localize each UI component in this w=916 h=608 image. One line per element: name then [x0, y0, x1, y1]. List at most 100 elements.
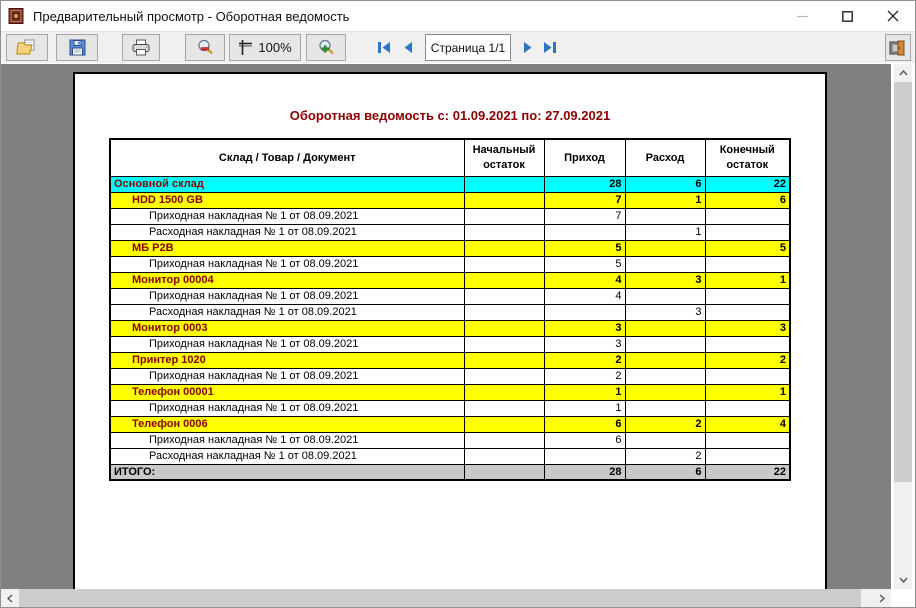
zoom-in-icon — [318, 39, 335, 56]
cell-income: 7 — [544, 208, 625, 224]
cell-final: 3 — [705, 320, 790, 336]
cell-expense — [625, 432, 705, 448]
prev-page-icon — [403, 41, 413, 54]
zoom-level-button[interactable]: 100% — [229, 34, 301, 61]
row-label: Приходная накладная № 1 от 08.09.2021 — [110, 208, 464, 224]
column-header-income: Приход — [544, 139, 625, 176]
cell-income — [544, 448, 625, 464]
table-row-product: Монитор 00004431 — [110, 272, 790, 288]
column-header-item: Склад / Товар / Документ — [110, 139, 464, 176]
cell-final: 1 — [705, 272, 790, 288]
scale-ruler-icon — [238, 39, 253, 56]
cell-income: 28 — [544, 176, 625, 192]
table-row-product: Телефон 0000111 — [110, 384, 790, 400]
row-label: Расходная накладная № 1 от 08.09.2021 — [110, 448, 464, 464]
cell-initial — [464, 384, 544, 400]
cell-initial — [464, 240, 544, 256]
row-label: Приходная накладная № 1 от 08.09.2021 — [110, 256, 464, 272]
cell-initial — [464, 464, 544, 480]
close-button[interactable] — [870, 1, 915, 31]
table-row-product: Телефон 0006624 — [110, 416, 790, 432]
cell-final — [705, 288, 790, 304]
last-page-button[interactable] — [539, 34, 561, 61]
cell-final — [705, 368, 790, 384]
maximize-button[interactable] — [825, 1, 870, 31]
row-label: Расходная накладная № 1 от 08.09.2021 — [110, 224, 464, 240]
cell-expense — [625, 400, 705, 416]
first-page-button[interactable] — [373, 34, 395, 61]
table-row-doc: Приходная накладная № 1 от 08.09.20211 — [110, 400, 790, 416]
cell-income: 2 — [544, 352, 625, 368]
scroll-right-button[interactable] — [873, 589, 891, 607]
cell-initial — [464, 224, 544, 240]
cell-income — [544, 304, 625, 320]
close-icon — [887, 10, 899, 22]
table-row-doc: Приходная накладная № 1 от 08.09.20213 — [110, 336, 790, 352]
table-row-doc: Расходная накладная № 1 от 08.09.2021 1 — [110, 224, 790, 240]
table-header-row: Склад / Товар / Документ Начальный остат… — [110, 139, 790, 176]
zoom-in-button[interactable] — [306, 34, 346, 61]
cell-income: 1 — [544, 384, 625, 400]
zoom-out-button[interactable] — [185, 34, 225, 61]
cell-final — [705, 336, 790, 352]
open-button[interactable] — [6, 34, 48, 61]
prev-page-button[interactable] — [399, 34, 417, 61]
horizontal-scrollbar[interactable] — [1, 589, 891, 607]
cell-income: 3 — [544, 336, 625, 352]
cell-income: 5 — [544, 256, 625, 272]
column-header-final: Конечный остаток — [705, 139, 790, 176]
cell-final: 2 — [705, 352, 790, 368]
maximize-icon — [842, 11, 853, 22]
chevron-left-icon — [7, 594, 13, 603]
cell-expense — [625, 288, 705, 304]
cell-initial — [464, 288, 544, 304]
cell-expense — [625, 256, 705, 272]
table-row-product: Монитор 000333 — [110, 320, 790, 336]
cell-expense: 1 — [625, 224, 705, 240]
preview-area: Оборотная ведомость с: 01.09.2021 по: 27… — [1, 64, 891, 589]
minimize-icon — [797, 11, 808, 22]
column-header-expense: Расход — [625, 139, 705, 176]
cell-final — [705, 224, 790, 240]
column-header-initial: Начальный остаток — [464, 139, 544, 176]
table-row-doc: Расходная накладная № 1 от 08.09.2021 2 — [110, 448, 790, 464]
scroll-up-button[interactable] — [894, 64, 912, 82]
cell-final — [705, 448, 790, 464]
row-label: МБ Р2В — [110, 240, 464, 256]
preview-window: Предварительный просмотр - Оборотная вед… — [0, 0, 916, 608]
page-indicator[interactable]: Страница 1/1 — [425, 34, 511, 61]
report-table: Склад / Товар / Документ Начальный остат… — [109, 138, 791, 481]
exit-preview-button[interactable] — [885, 34, 911, 61]
app-book-icon — [8, 8, 24, 24]
zoom-level-value: 100% — [258, 40, 291, 55]
table-row-total: ИТОГО:28622 — [110, 464, 790, 480]
vertical-scrollbar[interactable] — [894, 64, 912, 589]
cell-final — [705, 304, 790, 320]
minimize-button[interactable] — [780, 1, 825, 31]
next-page-button[interactable] — [519, 34, 537, 61]
title-bar: Предварительный просмотр - Оборотная вед… — [1, 1, 915, 31]
cell-final — [705, 432, 790, 448]
scroll-down-button[interactable] — [894, 571, 912, 589]
row-label: Принтер 1020 — [110, 352, 464, 368]
cell-expense — [625, 208, 705, 224]
cell-initial — [464, 208, 544, 224]
save-button[interactable] — [56, 34, 98, 61]
horizontal-scroll-thumb[interactable] — [19, 589, 861, 607]
row-label: HDD 1500 GB — [110, 192, 464, 208]
row-label: Монитор 00004 — [110, 272, 464, 288]
cell-expense: 2 — [625, 448, 705, 464]
cell-final: 22 — [705, 464, 790, 480]
cell-initial — [464, 368, 544, 384]
chevron-up-icon — [899, 70, 908, 76]
cell-initial — [464, 352, 544, 368]
row-label: Монитор 0003 — [110, 320, 464, 336]
row-label: Основной склад — [110, 176, 464, 192]
cell-final: 22 — [705, 176, 790, 192]
scroll-left-button[interactable] — [1, 589, 19, 607]
vertical-scroll-thumb[interactable] — [894, 82, 912, 482]
print-button[interactable] — [122, 34, 160, 61]
table-row-doc: Расходная накладная № 1 от 08.09.20213 — [110, 304, 790, 320]
cell-initial — [464, 192, 544, 208]
report-table-body: Основной склад28622HDD 1500 GB716Приходн… — [110, 176, 790, 480]
